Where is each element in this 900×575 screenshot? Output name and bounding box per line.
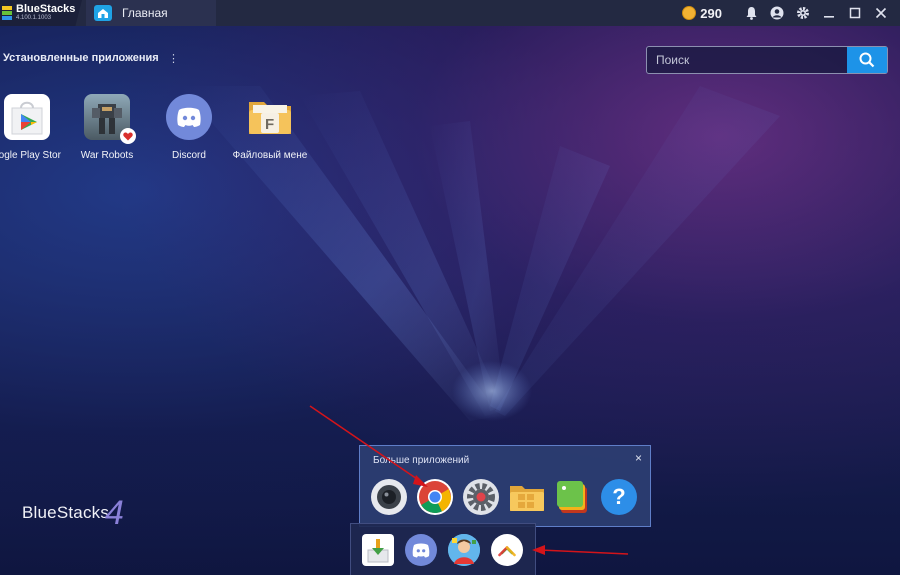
close-button[interactable] <box>868 0 894 26</box>
app-label: oogle Play Stor <box>0 150 61 161</box>
app-war-robots[interactable]: War Robots <box>66 94 148 161</box>
app-label: War Robots <box>80 150 134 161</box>
help-glyph: ? <box>612 484 626 509</box>
popup-close-button[interactable]: × <box>635 451 642 465</box>
maximize-button[interactable] <box>842 0 868 26</box>
search-box <box>646 46 888 74</box>
home-screen: Установленные приложения ⋮ oogle Play St… <box>0 26 900 575</box>
folder-icon[interactable] <box>509 479 545 515</box>
gear-icon <box>797 7 809 19</box>
search-icon <box>859 52 875 68</box>
war-robots-icon <box>84 94 136 144</box>
camera-icon[interactable] <box>371 479 407 515</box>
tab-home-label: Главная <box>122 6 168 20</box>
coin-count[interactable]: 290 <box>700 6 722 21</box>
discord-icon <box>166 94 212 140</box>
installed-apps-title: Установленные приложения <box>3 52 159 64</box>
close-icon <box>875 7 887 19</box>
file-manager-icon: F <box>247 94 293 140</box>
search-button[interactable] <box>847 47 887 73</box>
settings-button[interactable] <box>790 0 816 26</box>
notifications-button[interactable] <box>738 0 764 26</box>
avatar-app-icon[interactable] <box>448 534 480 566</box>
minimize-icon <box>824 16 834 18</box>
section-menu-button[interactable]: ⋮ <box>168 52 179 65</box>
bluestacks-logo-icon <box>2 6 12 20</box>
maximize-icon <box>849 7 861 19</box>
popup-app-row: ? <box>371 479 637 515</box>
dock-row <box>362 534 523 566</box>
app-discord[interactable]: Discord <box>148 94 230 161</box>
google-play-icon <box>4 94 50 140</box>
media-manager-icon[interactable] <box>555 479 591 515</box>
brand-area: BlueStacks 4.100.1.1003 <box>0 0 82 26</box>
svg-text:F: F <box>265 116 274 133</box>
account-icon <box>770 6 784 20</box>
app-label: Discord <box>172 150 206 161</box>
bell-icon <box>746 7 756 20</box>
tab-home[interactable]: Главная <box>86 0 216 26</box>
chrome-icon[interactable] <box>417 479 453 515</box>
discord-icon[interactable] <box>405 534 437 566</box>
account-button[interactable] <box>764 0 790 26</box>
bluestacks-logo-text: BlueStacks <box>22 503 110 522</box>
more-apps-popup: Больше приложений × ? <box>359 445 651 527</box>
bluestacks-logo-number: 4 <box>105 494 124 532</box>
brand-text: BlueStacks 4.100.1.1003 <box>16 4 75 22</box>
titlebar-controls: 290 <box>682 0 900 26</box>
title-bar: BlueStacks 4.100.1.1003 Главная 290 <box>0 0 900 26</box>
app-label: Файловый мене <box>232 150 308 161</box>
more-apps-icon[interactable] <box>491 534 523 566</box>
minimize-button[interactable] <box>816 0 842 26</box>
settings-icon[interactable] <box>463 479 499 515</box>
coin-icon <box>682 6 697 20</box>
installer-icon[interactable] <box>362 534 394 566</box>
help-icon[interactable]: ? <box>601 479 637 515</box>
home-icon <box>94 5 112 21</box>
brand-version: 4.100.1.1003 <box>16 15 52 21</box>
app-file-manager[interactable]: F Файловый мене <box>229 94 311 161</box>
brand-name: BlueStacks <box>16 3 76 15</box>
search-input[interactable] <box>647 46 847 74</box>
popup-title: Больше приложений <box>373 455 470 466</box>
favorite-badge-icon <box>120 128 136 144</box>
app-google-play[interactable]: oogle Play Stor <box>0 94 68 161</box>
dock <box>350 523 536 575</box>
